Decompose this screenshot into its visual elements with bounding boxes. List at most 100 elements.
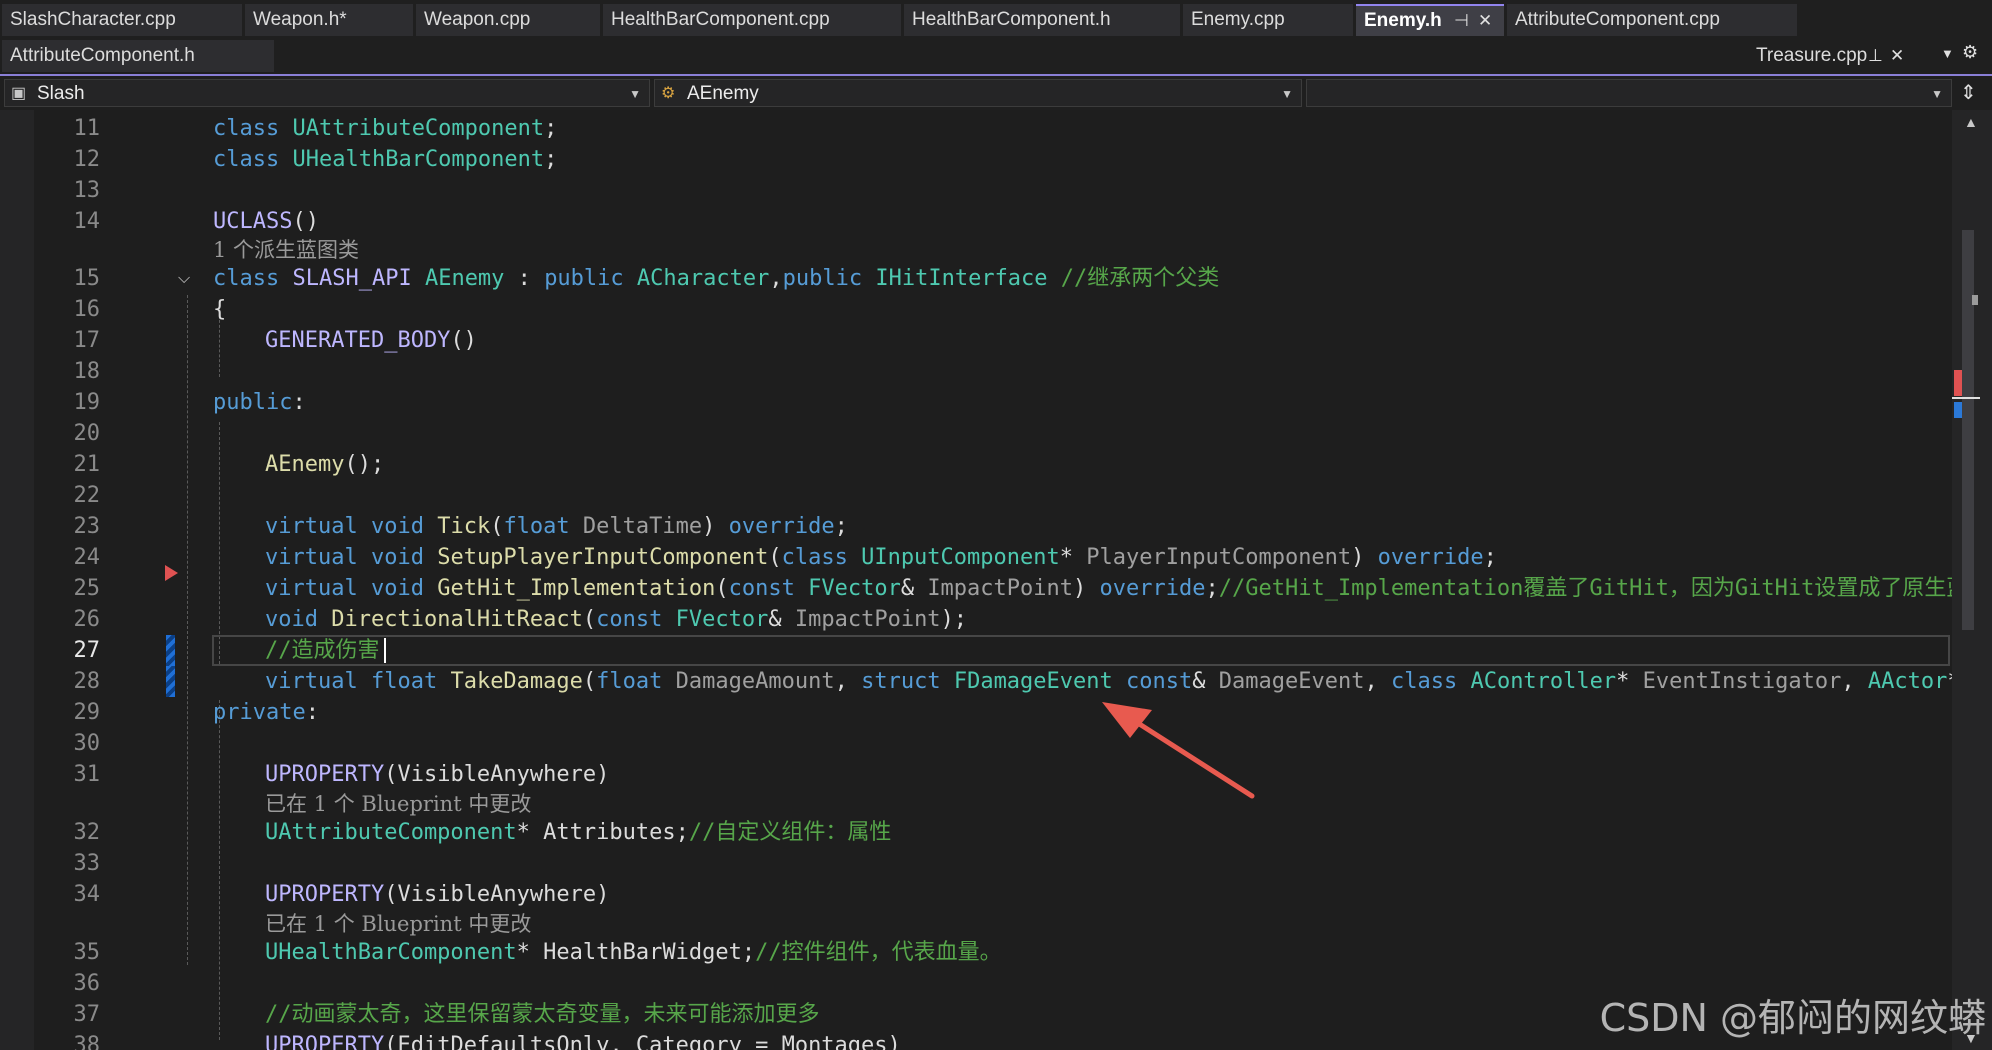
chevron-down-icon[interactable]: ▼ <box>1941 46 1954 61</box>
annotation-arrow <box>1102 702 1255 799</box>
code-line-21: AEnemy(); <box>265 452 385 477</box>
code-line-23: virtual void Tick(float DeltaTime) overr… <box>265 514 848 539</box>
line-number: 35 <box>73 940 101 965</box>
line-number: 37 <box>73 1002 101 1027</box>
code-line-16: { <box>213 297 227 322</box>
document-tab-row: SlashCharacter.cpp Weapon.h* Weapon.cpp … <box>0 0 1992 36</box>
member-dropdown[interactable]: ▼ <box>1306 79 1952 107</box>
line-number: 15 <box>73 266 101 291</box>
indent-guide <box>187 295 188 965</box>
project-name: Slash <box>37 83 85 104</box>
line-number: 31 <box>73 762 101 787</box>
line-number: 20 <box>73 421 101 446</box>
line-number: 21 <box>73 452 101 477</box>
class-icon: ⚙ <box>661 85 676 102</box>
line-number: 16 <box>73 297 101 322</box>
pin-icon[interactable]: ⊣ <box>1454 6 1469 35</box>
code-line-24: virtual void SetupPlayerInputComponent(c… <box>265 545 1497 570</box>
current-line-highlight <box>212 635 1950 666</box>
code-line-27: //造成伤害 <box>265 638 380 663</box>
code-line-26: void DirectionalHitReact(const FVector& … <box>265 607 968 632</box>
text-caret <box>384 638 386 663</box>
line-number: 36 <box>73 971 101 996</box>
tab-attributecomponent-h[interactable]: AttributeComponent.h <box>2 40 274 72</box>
codelens-blueprint-changed[interactable]: 已在 1 个 Blueprint 中更改 <box>265 911 531 937</box>
collapse-chevron-icon[interactable]: ⌵ <box>178 270 190 288</box>
change-marker <box>1954 402 1962 418</box>
navigation-bar: ▣ Slash ▼ ⚙ AEnemy ▼ ▼ ⇕ <box>0 76 1992 110</box>
code-line-12: class UHealthBarComponent; <box>213 147 558 172</box>
scroll-marker <box>1972 295 1978 305</box>
tab-slashcharacter-cpp[interactable]: SlashCharacter.cpp <box>2 4 242 36</box>
tab-label: SlashCharacter.cpp <box>10 9 176 30</box>
codelens-blueprint-changed[interactable]: 已在 1 个 Blueprint 中更改 <box>265 791 531 817</box>
line-number: 17 <box>73 328 101 353</box>
tab-attributecomponent-cpp[interactable]: AttributeComponent.cpp <box>1507 4 1797 36</box>
tab-label: Enemy.h <box>1364 10 1442 31</box>
close-icon[interactable]: ✕ <box>1890 40 1904 72</box>
scroll-up-icon[interactable]: ▲ <box>1964 114 1978 130</box>
line-number: 25 <box>73 576 101 601</box>
line-number: 30 <box>73 731 101 756</box>
line-number: 23 <box>73 514 101 539</box>
vertical-scrollbar[interactable]: ▲ ▼ <box>1952 110 1992 1050</box>
chevron-down-icon: ▼ <box>1931 87 1943 101</box>
tab-weapon-cpp[interactable]: Weapon.cpp <box>416 4 600 36</box>
code-line-32: UAttributeComponent* Attributes;//自定义组件：… <box>265 820 892 845</box>
line-number-current: 27 <box>73 638 101 663</box>
tab-label: HealthBarComponent.h <box>912 9 1111 30</box>
chevron-down-icon: ▼ <box>1281 87 1293 101</box>
tab-enemy-h[interactable]: Enemy.h ⊣ ✕ <box>1356 4 1504 36</box>
line-number: 11 <box>73 116 101 141</box>
tab-weapon-h[interactable]: Weapon.h* <box>245 4 413 36</box>
tab-healthbarcomponent-cpp[interactable]: HealthBarComponent.cpp <box>603 4 901 36</box>
code-line-19: public: <box>213 390 306 415</box>
tab-label: Enemy.cpp <box>1191 9 1285 30</box>
line-number: 19 <box>73 390 101 415</box>
document-tab-row-2: AttributeComponent.h Treasure.cpp ⊥ ✕ ▼ … <box>0 36 1992 74</box>
line-number: 26 <box>73 607 101 632</box>
tab-label: Weapon.cpp <box>424 9 531 30</box>
line-number: 22 <box>73 483 101 508</box>
tab-label: Treasure.cpp <box>1756 45 1868 66</box>
code-line-35: UHealthBarComponent* HealthBarWidget;//控… <box>265 940 1002 965</box>
caret-position-marker <box>1952 397 1980 399</box>
line-number: 12 <box>73 147 101 172</box>
project-icon: ▣ <box>11 85 27 102</box>
code-line-25: virtual void GetHit_Implementation(const… <box>265 576 1952 601</box>
line-number: 13 <box>73 178 101 203</box>
code-line-15: class SLASH_API AEnemy : public ACharact… <box>213 266 1220 291</box>
code-line-29: private: <box>213 700 319 725</box>
code-line-31: UPROPERTY(VisibleAnywhere) <box>265 762 610 787</box>
gear-icon[interactable]: ⚙ <box>1962 42 1978 63</box>
code-editor[interactable]: 11 12 13 14 15 16 17 18 19 20 21 22 23 2… <box>0 110 1952 1050</box>
codelens-derived-blueprints[interactable]: 1 个派生蓝图类 <box>213 237 359 263</box>
line-number: 38 <box>73 1033 101 1050</box>
line-number: 29 <box>73 700 101 725</box>
close-icon[interactable]: ✕ <box>1478 6 1492 35</box>
line-number: 32 <box>73 820 101 845</box>
line-number: 18 <box>73 359 101 384</box>
scope-name: AEnemy <box>687 83 759 104</box>
split-editor-icon[interactable]: ⇕ <box>1960 80 1977 105</box>
project-dropdown[interactable]: ▣ Slash ▼ <box>4 79 650 107</box>
watermark: CSDN @郁闷的网纹蟒 <box>1599 996 1986 1040</box>
scope-dropdown[interactable]: ⚙ AEnemy ▼ <box>654 79 1302 107</box>
scrollbar-thumb[interactable] <box>1962 230 1974 630</box>
tab-healthbarcomponent-h[interactable]: HealthBarComponent.h <box>904 4 1180 36</box>
tab-treasure-cpp[interactable]: Treasure.cpp ⊥ ✕ <box>1748 40 1908 72</box>
breakpoint-marker <box>1954 370 1962 396</box>
pin-icon[interactable]: ⊥ <box>1868 40 1883 72</box>
tab-enemy-cpp[interactable]: Enemy.cpp <box>1183 4 1353 36</box>
change-indicator <box>166 666 175 697</box>
tab-label: AttributeComponent.h <box>10 45 195 66</box>
code-line-34: UPROPERTY(VisibleAnywhere) <box>265 882 610 907</box>
code-line-37: //动画蒙太奇，这里保留蒙太奇变量，未来可能添加更多 <box>265 1002 820 1027</box>
line-number: 34 <box>73 882 101 907</box>
glyph-margin <box>0 110 34 1050</box>
line-number: 33 <box>73 851 101 876</box>
line-number: 24 <box>73 545 101 570</box>
code-line-38: UPROPERTY(EditDefaultsOnly, Category = M… <box>265 1033 901 1050</box>
breakpoint-arrow-icon <box>165 565 178 581</box>
tab-label: AttributeComponent.cpp <box>1515 9 1720 30</box>
